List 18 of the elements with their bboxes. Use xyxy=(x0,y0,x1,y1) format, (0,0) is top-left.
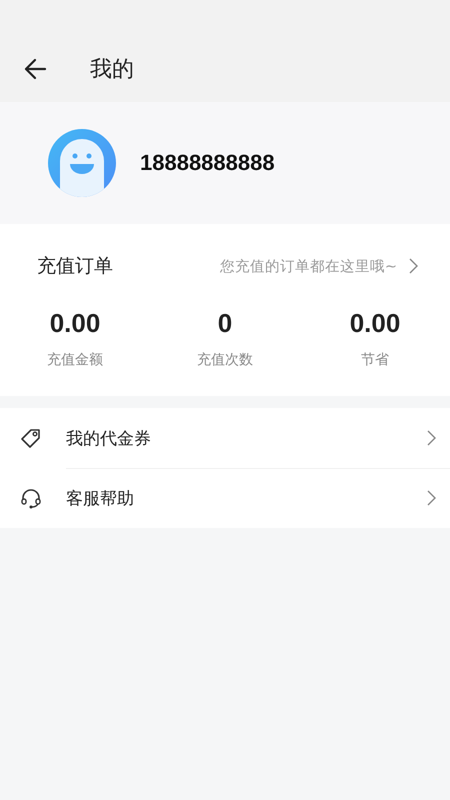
chevron-right-icon xyxy=(409,258,418,274)
back-button[interactable] xyxy=(22,56,48,82)
page-title: 我的 xyxy=(90,56,134,84)
menu-item[interactable]: 客服帮助 xyxy=(0,468,450,528)
chevron-right-icon xyxy=(427,490,436,506)
section-title: 充值订单 xyxy=(37,254,113,279)
stat-value: 0.00 xyxy=(50,308,100,339)
avatar-icon xyxy=(48,129,116,197)
stat-value: 0.00 xyxy=(350,308,400,339)
tag-icon xyxy=(20,428,42,448)
headset-icon xyxy=(20,487,42,509)
stat-label: 充值次数 xyxy=(197,351,253,369)
stat-label: 充值金额 xyxy=(47,351,103,369)
phone-number: 18888888888 xyxy=(140,150,275,176)
stat-label: 节省 xyxy=(361,351,389,369)
stat-value: 0 xyxy=(218,308,232,339)
chevron-right-icon xyxy=(427,430,436,446)
menu-item[interactable]: 我的代金券 xyxy=(0,408,450,468)
